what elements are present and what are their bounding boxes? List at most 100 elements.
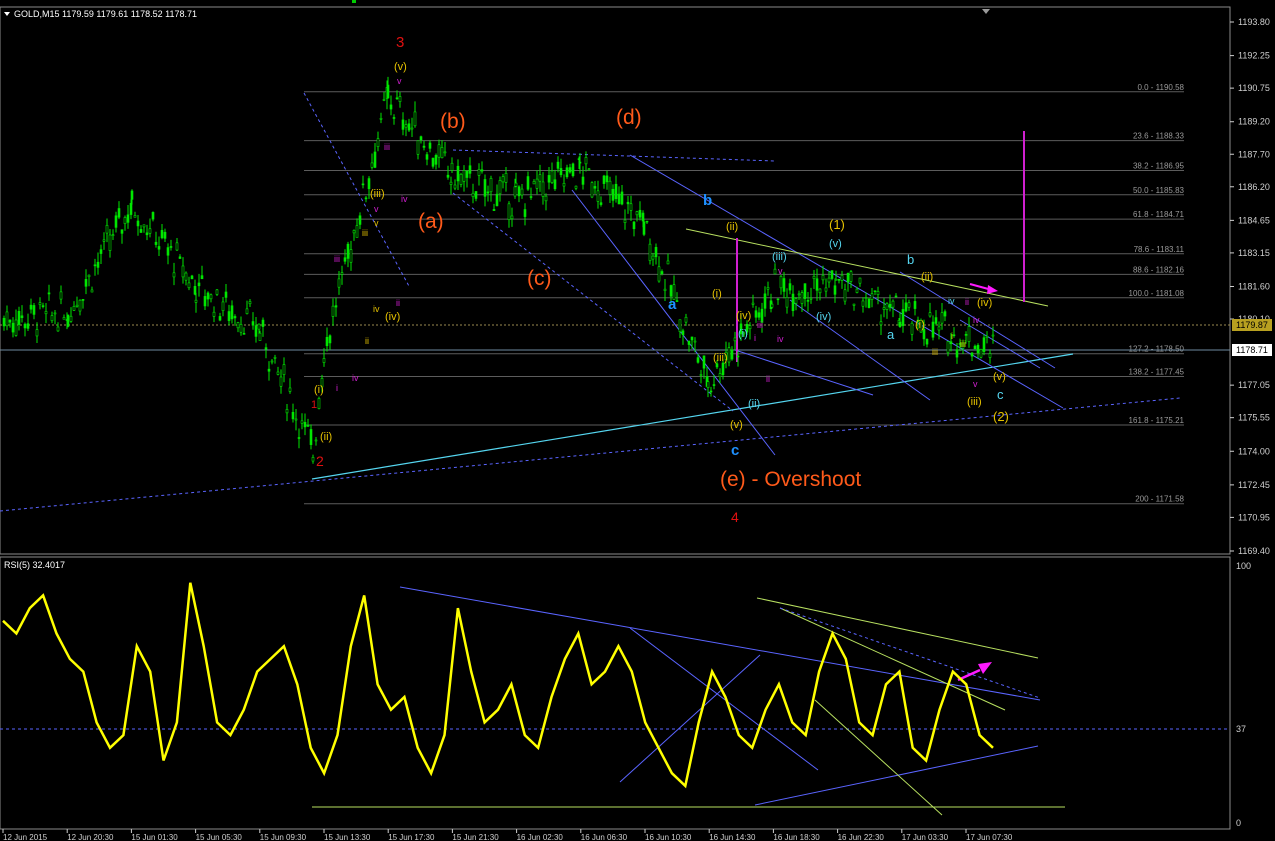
- candle-body: [559, 168, 563, 176]
- candle-body: [623, 219, 627, 223]
- candle-body: [69, 315, 73, 322]
- candle-body: [334, 305, 338, 308]
- candle-body: [184, 272, 188, 281]
- candle-body: [782, 278, 786, 292]
- candle-body: [635, 211, 639, 216]
- candle-body: [172, 272, 176, 278]
- candle-body: [142, 224, 146, 228]
- c-iii-1: (iii): [772, 251, 787, 263]
- candle-body: [282, 364, 286, 375]
- price-tick-label: 1193.80: [1238, 17, 1270, 27]
- m-iv-5: iv: [948, 296, 955, 306]
- candle-body: [626, 201, 630, 205]
- candle-body: [53, 312, 57, 315]
- candle-body: [581, 176, 585, 185]
- m-iv-3: iv: [352, 373, 359, 383]
- candle-body: [690, 336, 694, 341]
- candle-body: [139, 229, 143, 233]
- m-v-1: v: [397, 76, 402, 86]
- time-tick-label: 16 Jun 22:30: [838, 833, 885, 841]
- c-b-label: b: [907, 252, 914, 267]
- candle-body: [459, 174, 463, 185]
- price-tick-label: 1181.60: [1238, 282, 1270, 292]
- candle-body: [681, 330, 685, 336]
- candle-body: [648, 243, 652, 261]
- c-2-label: (2): [993, 409, 1009, 424]
- y-iii-3: (iii): [967, 396, 982, 408]
- m-i-1: i: [336, 383, 338, 393]
- candle-body: [123, 217, 127, 224]
- candle-body: [757, 312, 761, 318]
- y-v-3: (v): [993, 371, 1006, 383]
- y-iii-2: (iii): [713, 352, 728, 364]
- candle-body: [885, 303, 889, 310]
- time-tick-label: 15 Jun 01:30: [131, 833, 178, 841]
- candle-body: [940, 312, 944, 324]
- candle-body: [331, 305, 335, 317]
- candle-body: [943, 311, 947, 317]
- candle-body: [855, 288, 859, 293]
- candle-body: [291, 411, 295, 420]
- candle-body: [901, 309, 905, 326]
- candle-body: [824, 287, 828, 292]
- candle-body: [379, 118, 383, 120]
- candle-body: [425, 154, 429, 160]
- m-iv-1: iv: [401, 194, 408, 204]
- candle-body: [879, 321, 883, 326]
- rsi-level-100: 100: [1236, 561, 1251, 571]
- fib-level-label: 78.6 - 1183.11: [1134, 245, 1185, 254]
- candle-body: [111, 234, 115, 236]
- candle-body: [605, 175, 609, 183]
- rsi-layer: [0, 582, 1230, 816]
- triangle-upper-line: [685, 228, 1049, 307]
- candle-body: [446, 174, 450, 178]
- candle-body: [471, 192, 475, 198]
- candle-body: [267, 368, 271, 372]
- candle-body: [239, 324, 243, 333]
- candle-body: [154, 241, 158, 245]
- candle-body: [833, 285, 837, 295]
- candle-body: [498, 180, 502, 195]
- candle-body: [931, 321, 935, 338]
- candle-body: [279, 376, 283, 387]
- candle-body: [346, 243, 350, 259]
- candle-body: [873, 290, 877, 292]
- candle-body: [306, 425, 310, 427]
- c-1-label: (1): [829, 217, 845, 232]
- m-ii-3: ii: [766, 374, 770, 384]
- m-iii-1: iii: [384, 142, 390, 152]
- candle-body: [212, 311, 216, 317]
- candle-body: [809, 297, 813, 300]
- candle-body: [285, 409, 289, 414]
- scroll-marker-icon[interactable]: [982, 9, 990, 14]
- y-i-2: (i): [712, 288, 722, 300]
- candle-body: [175, 242, 179, 251]
- candle-body: [706, 381, 710, 388]
- upper-price-tag-text: 1179.87: [1236, 320, 1268, 330]
- candle-body: [361, 183, 365, 186]
- fib-level-label: 88.6 - 1182.16: [1133, 265, 1185, 274]
- candle-body: [976, 344, 980, 354]
- candle-body: [510, 215, 514, 219]
- candle-body: [666, 260, 670, 265]
- candle-body: [614, 183, 618, 200]
- candle-body: [465, 170, 469, 178]
- candle-body: [632, 221, 636, 230]
- candle-body: [837, 279, 841, 281]
- candle-body: [41, 305, 45, 307]
- candle-body: [678, 319, 682, 332]
- candle-body: [242, 333, 246, 335]
- candle-body: [108, 234, 112, 251]
- y-ii-2: (ii): [726, 221, 738, 233]
- candle-body: [431, 157, 435, 167]
- dropdown-icon[interactable]: [4, 12, 10, 16]
- candle-body: [419, 136, 423, 141]
- candle-body: [629, 203, 633, 211]
- wave-c-dashed: [452, 192, 734, 412]
- price-header: GOLD,M15 1179.59 1179.61 1178.52 1178.71: [14, 9, 197, 19]
- candle-body: [26, 323, 30, 329]
- candle-body: [538, 174, 542, 182]
- candle-body: [812, 275, 816, 279]
- candle-body: [718, 373, 722, 377]
- candle-body: [11, 322, 15, 333]
